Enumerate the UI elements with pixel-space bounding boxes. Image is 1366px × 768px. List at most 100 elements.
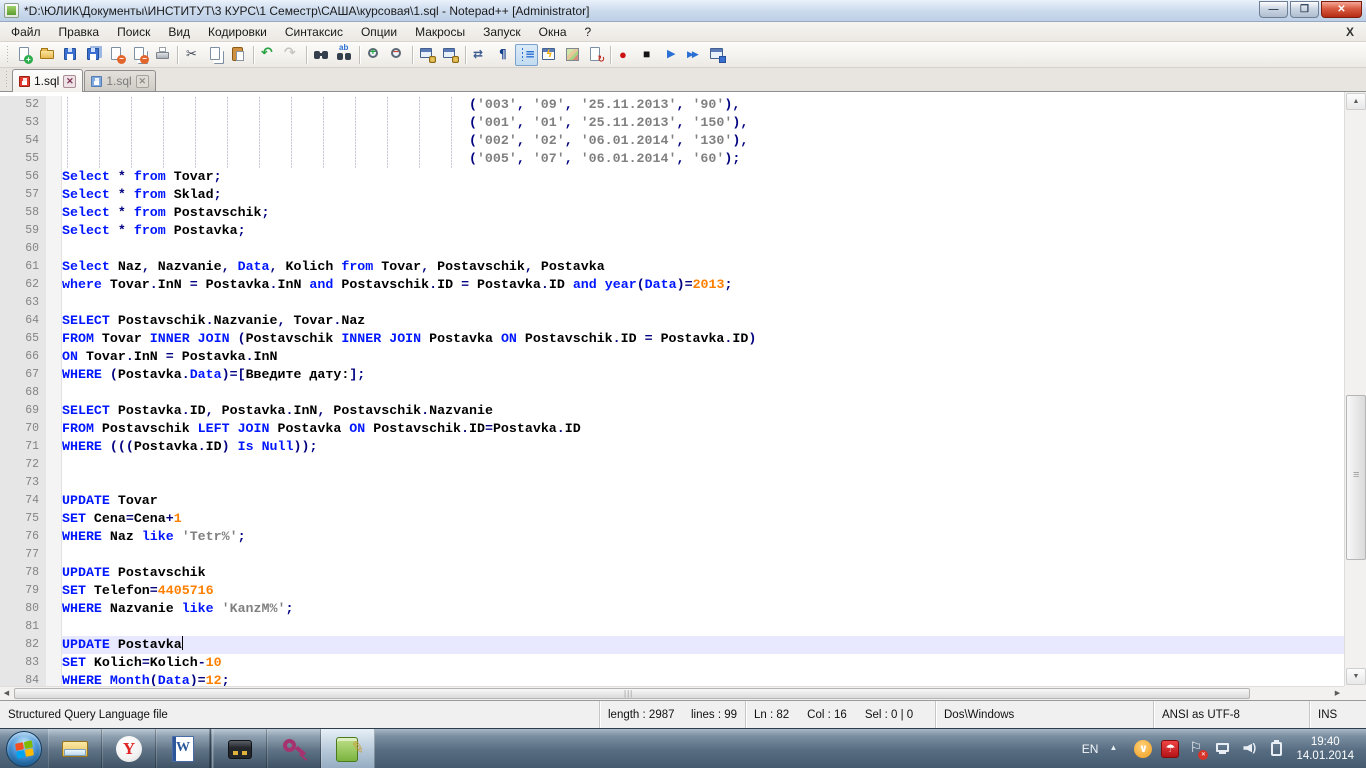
document-map-button[interactable] — [561, 44, 584, 66]
update-notifier-icon[interactable] — [1134, 740, 1152, 758]
paste-button[interactable] — [227, 44, 250, 66]
taskbar-explorer-button[interactable] — [48, 729, 102, 768]
status-encoding[interactable]: ANSI as UTF-8 — [1154, 701, 1310, 728]
zoom-out-button[interactable] — [386, 44, 409, 66]
code-line-75[interactable]: 75SET Cena=Cena+1 — [0, 510, 1344, 528]
menu-item-1[interactable]: Правка — [50, 23, 109, 41]
scroll-up-arrow[interactable]: ▲ — [1346, 93, 1366, 110]
taskbar-clock[interactable]: 19:40 14.01.2014 — [1296, 735, 1356, 763]
taskbar-word-button[interactable] — [156, 729, 210, 768]
taskbar-notepad-plus-plus-button[interactable] — [321, 729, 375, 768]
code-line-54[interactable]: 54 ('002', '02', '06.01.2014', '130'), — [0, 132, 1344, 150]
avira-antivirus-icon[interactable] — [1161, 740, 1179, 758]
status-insert-mode[interactable]: INS — [1310, 701, 1366, 728]
status-eol-format[interactable]: Dos\Windows — [936, 701, 1154, 728]
show-indent-guide-button[interactable] — [515, 44, 538, 66]
user-defined-dialog-button[interactable] — [538, 44, 561, 66]
code-line-53[interactable]: 53 ('001', '01', '25.11.2013', '150'), — [0, 114, 1344, 132]
scroll-right-arrow[interactable]: ▶ — [1331, 687, 1344, 700]
sync-horizontal-scroll-button[interactable] — [439, 44, 462, 66]
code-line-81[interactable]: 81 — [0, 618, 1344, 636]
menu-close-document[interactable]: X — [1346, 25, 1366, 39]
code-line-74[interactable]: 74UPDATE Tovar — [0, 492, 1344, 510]
tab-close-icon[interactable]: ✕ — [63, 75, 76, 88]
new-file-button[interactable] — [13, 44, 36, 66]
code-line-55[interactable]: 55 ('005', '07', '06.01.2014', '60'); — [0, 150, 1344, 168]
tab-1.sql-1[interactable]: 1.sql✕ — [12, 69, 83, 92]
code-line-79[interactable]: 79SET Telefon=4405716 — [0, 582, 1344, 600]
code-line-65[interactable]: 65FROM Tovar INNER JOIN (Postavschik INN… — [0, 330, 1344, 348]
code-line-73[interactable]: 73 — [0, 474, 1344, 492]
code-line-62[interactable]: 62where Tovar.InN = Postavka.InN and Pos… — [0, 276, 1344, 294]
code-line-76[interactable]: 76WHERE Naz like 'Tetr%'; — [0, 528, 1344, 546]
macro-playback-button[interactable] — [660, 44, 683, 66]
zoom-in-button[interactable] — [363, 44, 386, 66]
code-line-80[interactable]: 80WHERE Nazvanie like 'KanzM%'; — [0, 600, 1344, 618]
scroll-left-arrow[interactable]: ◀ — [0, 687, 13, 700]
code-area[interactable]: 52 ('003', '09', '25.11.2013', '90'),53 … — [0, 92, 1344, 686]
open-file-button[interactable] — [36, 44, 59, 66]
tab-close-icon[interactable]: ✕ — [136, 75, 149, 88]
volume-icon[interactable] — [1242, 740, 1260, 758]
code-line-59[interactable]: 59Select * from Postavka; — [0, 222, 1344, 240]
code-line-67[interactable]: 67WHERE (Postavka.Data)=[Введите дату:]; — [0, 366, 1344, 384]
vertical-scrollbar[interactable]: ▲ ▼ — [1344, 92, 1366, 686]
network-icon[interactable] — [1215, 740, 1233, 758]
menu-item-8[interactable]: Запуск — [474, 23, 530, 41]
close-file-button[interactable] — [105, 44, 128, 66]
hidden-icons-chevron-icon[interactable] — [1107, 740, 1125, 758]
code-line-66[interactable]: 66ON Tovar.InN = Postavka.InN — [0, 348, 1344, 366]
menu-item-6[interactable]: Опции — [352, 23, 406, 41]
save-all-button[interactable] — [82, 44, 105, 66]
action-center-flag-icon[interactable] — [1188, 740, 1206, 758]
code-line-77[interactable]: 77 — [0, 546, 1344, 564]
restore-button[interactable]: ❐ — [1290, 1, 1319, 18]
taskbar-access-button[interactable] — [267, 729, 321, 768]
word-wrap-button[interactable] — [469, 44, 492, 66]
code-line-60[interactable]: 60 — [0, 240, 1344, 258]
copy-button[interactable] — [204, 44, 227, 66]
horizontal-scrollbar[interactable]: ◀ ▶ — [0, 686, 1344, 700]
save-file-button[interactable] — [59, 44, 82, 66]
menu-item-7[interactable]: Макросы — [406, 23, 474, 41]
replace-button[interactable] — [333, 44, 356, 66]
start-button[interactable] — [0, 730, 48, 768]
redo-button[interactable] — [280, 44, 303, 66]
menu-item-9[interactable]: Окна — [530, 23, 576, 41]
taskbar-app-device-button[interactable] — [213, 729, 267, 768]
code-line-63[interactable]: 63 — [0, 294, 1344, 312]
menu-item-4[interactable]: Кодировки — [199, 23, 276, 41]
language-indicator[interactable]: EN — [1082, 742, 1099, 756]
doc-switcher-button[interactable] — [584, 44, 607, 66]
code-line-82[interactable]: 82UPDATE Postavka — [0, 636, 1344, 654]
vertical-scroll-thumb[interactable] — [1346, 395, 1366, 560]
close-button[interactable]: ✕ — [1321, 1, 1362, 18]
code-line-64[interactable]: 64SELECT Postavschik.Nazvanie, Tovar.Naz — [0, 312, 1344, 330]
show-all-characters-button[interactable] — [492, 44, 515, 66]
macro-record-button[interactable] — [614, 44, 637, 66]
code-line-72[interactable]: 72 — [0, 456, 1344, 474]
code-line-58[interactable]: 58Select * from Postavschik; — [0, 204, 1344, 222]
code-line-52[interactable]: 52 ('003', '09', '25.11.2013', '90'), — [0, 96, 1344, 114]
code-line-56[interactable]: 56Select * from Tovar; — [0, 168, 1344, 186]
clipboard-plug-icon[interactable] — [1269, 740, 1287, 758]
tab-1.sql-2[interactable]: 1.sql✕ — [84, 70, 155, 91]
macro-run-multiple-button[interactable] — [683, 44, 706, 66]
horizontal-scroll-thumb[interactable] — [14, 688, 1250, 699]
code-line-70[interactable]: 70FROM Postavschik LEFT JOIN Postavka ON… — [0, 420, 1344, 438]
print-button[interactable] — [151, 44, 174, 66]
minimize-button[interactable]: — — [1259, 1, 1288, 18]
undo-button[interactable] — [257, 44, 280, 66]
menu-item-10[interactable]: ? — [576, 23, 601, 41]
code-line-68[interactable]: 68 — [0, 384, 1344, 402]
menu-item-3[interactable]: Вид — [159, 23, 199, 41]
menu-item-2[interactable]: Поиск — [108, 23, 159, 41]
code-line-84[interactable]: 84WHERE Month(Data)=12; — [0, 672, 1344, 686]
macro-save-button[interactable] — [706, 44, 729, 66]
macro-stop-button[interactable] — [637, 44, 660, 66]
cut-button[interactable] — [181, 44, 204, 66]
code-line-83[interactable]: 83SET Kolich=Kolich-10 — [0, 654, 1344, 672]
code-line-78[interactable]: 78UPDATE Postavschik — [0, 564, 1344, 582]
code-line-57[interactable]: 57Select * from Sklad; — [0, 186, 1344, 204]
close-all-button[interactable] — [128, 44, 151, 66]
